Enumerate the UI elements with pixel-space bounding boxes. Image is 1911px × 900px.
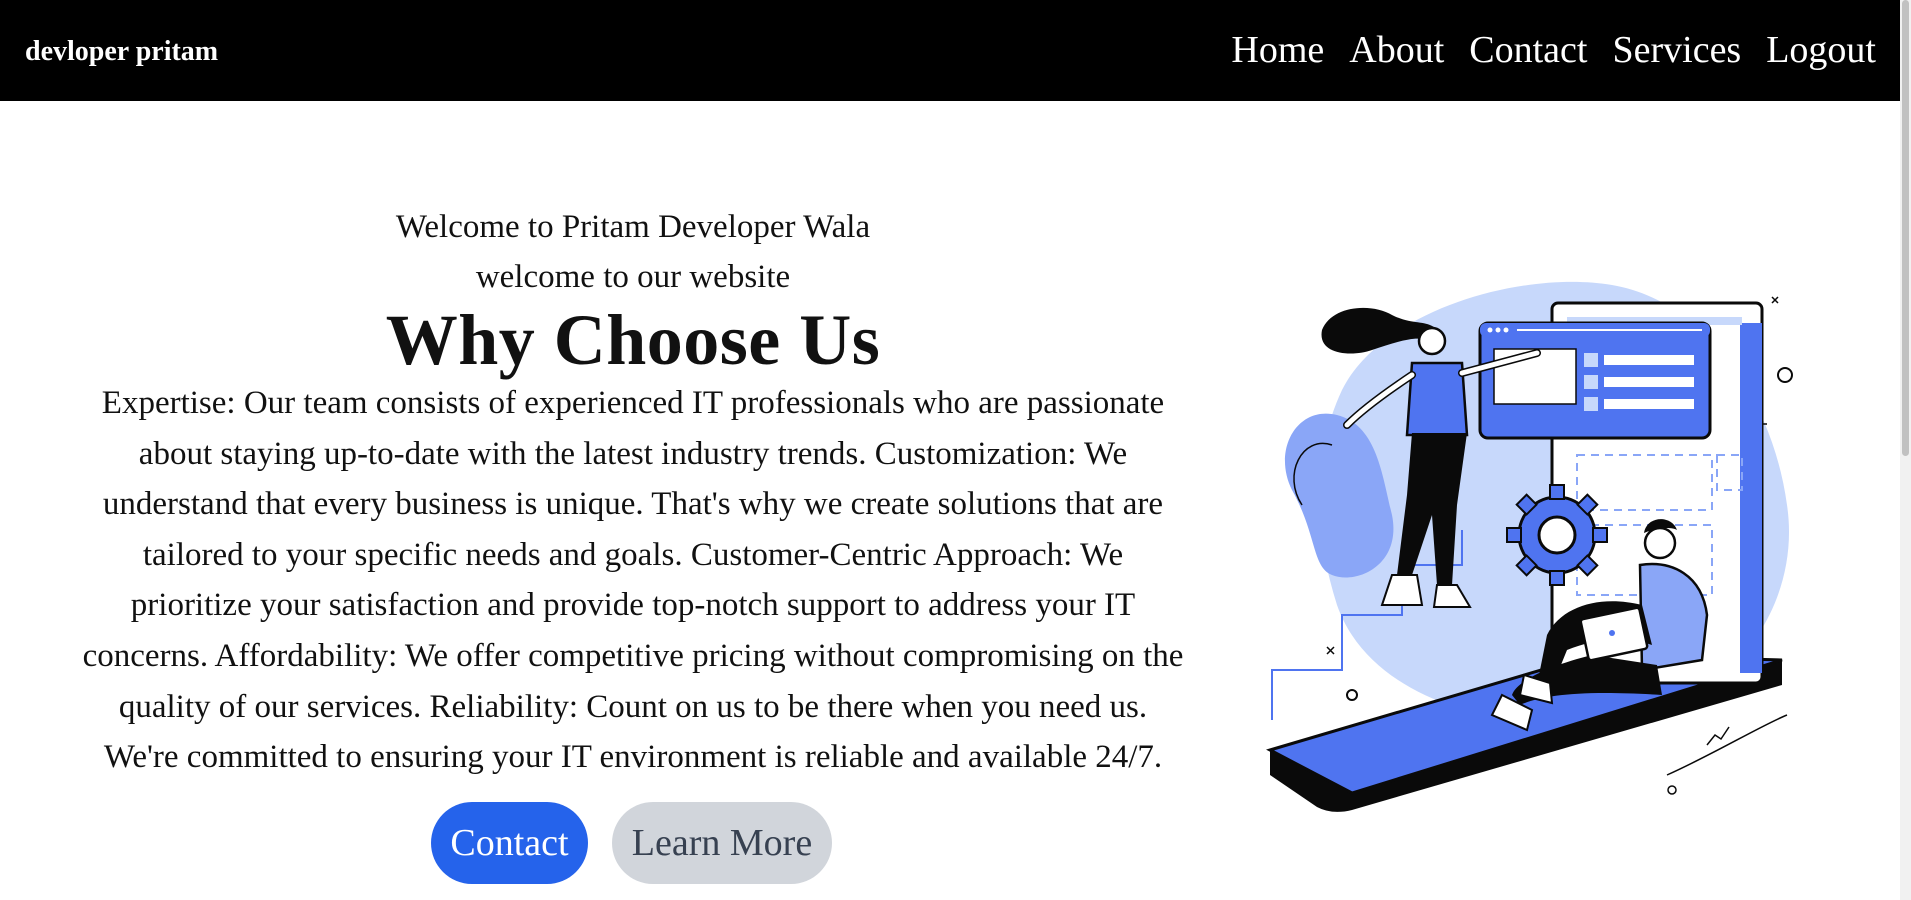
brand-logo-text[interactable]: devloper pritam <box>25 36 218 68</box>
nav-link-logout[interactable]: Logout <box>1766 28 1876 72</box>
hero-buttons: Contact Learn More <box>431 802 832 884</box>
developers-illustration-icon <box>1266 281 1793 812</box>
hero-sub-greeting: welcome to our website <box>475 259 791 295</box>
learn-more-button[interactable]: Learn More <box>612 802 832 884</box>
nav-link-about[interactable]: About <box>1349 28 1444 72</box>
nav-link-home[interactable]: Home <box>1231 28 1324 72</box>
nav-links: Home About Contact Services Logout <box>1231 28 1876 72</box>
scrollbar-thumb[interactable] <box>1902 0 1909 456</box>
hero-text-section: Welcome to Pritam Developer Wala welcome… <box>75 190 1191 783</box>
contact-button[interactable]: Contact <box>431 802 588 884</box>
hero-description: Expertise: Our team consists of experien… <box>82 385 1184 776</box>
page-scrollbar[interactable] <box>1900 0 1911 900</box>
nav-link-contact[interactable]: Contact <box>1469 28 1587 72</box>
nav-link-services[interactable]: Services <box>1612 28 1741 72</box>
hero-heading: Why Choose Us <box>385 300 881 380</box>
top-navbar: devloper pritam Home About Contact Servi… <box>0 0 1900 101</box>
hero-greeting: Welcome to Pritam Developer Wala <box>395 209 871 245</box>
